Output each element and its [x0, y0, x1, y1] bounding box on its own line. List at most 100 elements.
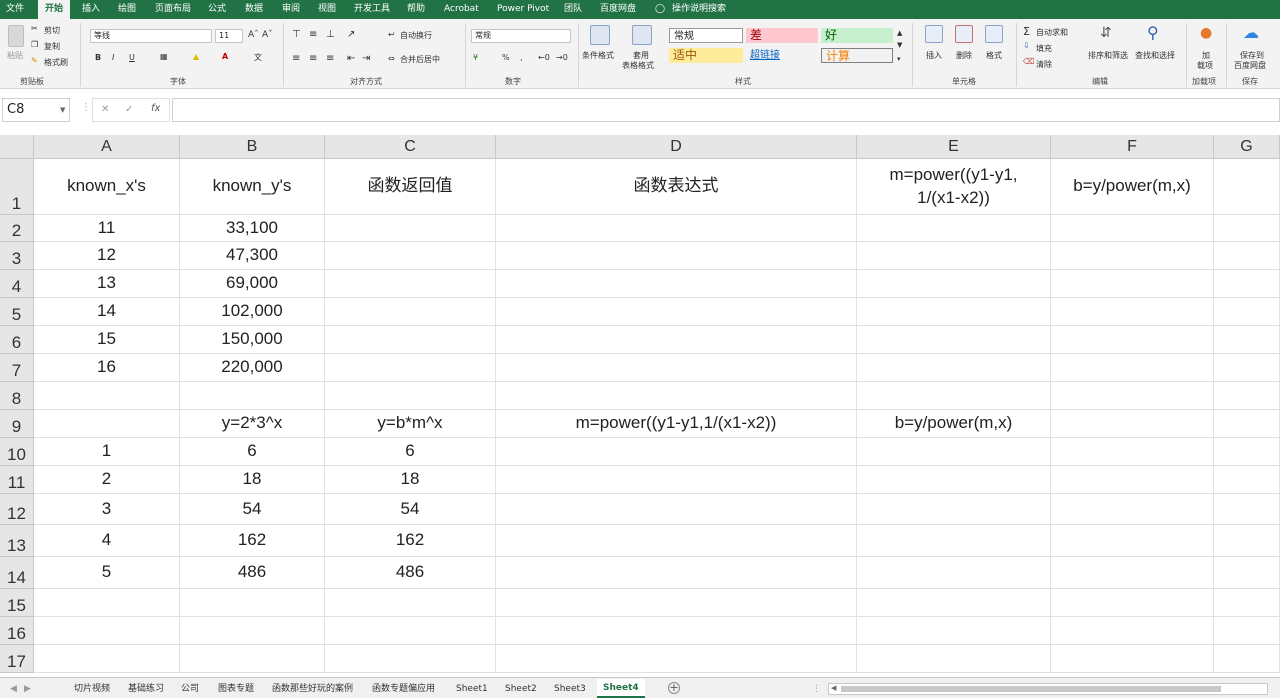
column-header-D[interactable]: D	[496, 135, 857, 159]
cell-C1[interactable]: 函数返回值	[325, 159, 496, 215]
italic-button[interactable]: I	[112, 53, 114, 62]
cell-C6[interactable]	[325, 326, 496, 354]
scroll-left-arrow-icon[interactable]: ◀	[831, 684, 836, 692]
cell-C14[interactable]: 486	[325, 557, 496, 589]
cell-D8[interactable]	[496, 382, 857, 410]
cell-D7[interactable]	[496, 354, 857, 382]
align-top-icon[interactable]: ⊤	[292, 29, 301, 40]
decrease-indent-icon[interactable]: ⇤	[347, 53, 355, 64]
row-header-7[interactable]: 7	[0, 354, 34, 382]
orientation-icon[interactable]: ↗	[347, 29, 355, 40]
cell-D6[interactable]	[496, 326, 857, 354]
cell-C10[interactable]: 6	[325, 438, 496, 466]
column-header-A[interactable]: A	[34, 135, 180, 159]
scrollbar-thumb[interactable]	[841, 686, 1221, 692]
cell-E7[interactable]	[857, 354, 1051, 382]
border-icon[interactable]: ▦	[160, 52, 168, 61]
cell-F14[interactable]	[1051, 557, 1214, 589]
format-painter-button[interactable]: 格式刷	[44, 57, 68, 68]
scroll-tabs-right-icon[interactable]: ▶	[24, 681, 31, 697]
column-header-C[interactable]: C	[325, 135, 496, 159]
font-size-combo[interactable]: 11	[215, 29, 243, 43]
sort-filter-button[interactable]: 排序和筛选	[1088, 50, 1128, 61]
paste-button[interactable]: 粘贴	[7, 50, 23, 61]
cell-A5[interactable]: 14	[34, 298, 180, 326]
enter-icon[interactable]: ✓	[125, 104, 133, 115]
styles-scroll-up-icon[interactable]: ▲	[897, 29, 902, 37]
styles-more-icon[interactable]: ▾	[897, 55, 901, 63]
cell-A15[interactable]	[34, 589, 180, 617]
merge-center-button[interactable]: 合并后居中	[400, 54, 440, 65]
style-normal[interactable]: 常规	[669, 28, 743, 43]
cell-B7[interactable]: 220,000	[180, 354, 325, 382]
style-bad[interactable]: 差	[746, 28, 818, 43]
tab-power-pivot[interactable]: Power Pivot	[497, 0, 549, 19]
style-neutral[interactable]: 适中	[669, 48, 743, 63]
column-header-G[interactable]: G	[1214, 135, 1280, 159]
cell-G10[interactable]	[1214, 438, 1280, 466]
cell-A4[interactable]: 13	[34, 270, 180, 298]
cell-C17[interactable]	[325, 645, 496, 673]
cell-B12[interactable]: 54	[180, 494, 325, 525]
underline-button[interactable]: U	[129, 53, 135, 62]
cell-E17[interactable]	[857, 645, 1051, 673]
cell-G14[interactable]	[1214, 557, 1280, 589]
sheet-tab-0[interactable]: 切片视频	[74, 681, 110, 697]
cell-G8[interactable]	[1214, 382, 1280, 410]
align-left-icon[interactable]: ≡	[292, 53, 300, 64]
tab-help[interactable]: 帮助	[407, 0, 425, 19]
row-header-12[interactable]: 12	[0, 494, 34, 525]
cell-B16[interactable]	[180, 617, 325, 645]
cell-F10[interactable]	[1051, 438, 1214, 466]
cancel-icon[interactable]: ✕	[101, 104, 109, 115]
cell-A8[interactable]	[34, 382, 180, 410]
row-header-14[interactable]: 14	[0, 557, 34, 589]
tab-view[interactable]: 视图	[318, 0, 336, 19]
cell-C16[interactable]	[325, 617, 496, 645]
cell-F16[interactable]	[1051, 617, 1214, 645]
row-header-13[interactable]: 13	[0, 525, 34, 557]
cell-D11[interactable]	[496, 466, 857, 494]
cell-E12[interactable]	[857, 494, 1051, 525]
cell-A14[interactable]: 5	[34, 557, 180, 589]
sheet-tab-8[interactable]: Sheet3	[554, 681, 586, 697]
cell-F6[interactable]	[1051, 326, 1214, 354]
cell-F1[interactable]: b=y/power(m,x)	[1051, 159, 1214, 215]
cell-D14[interactable]	[496, 557, 857, 589]
cell-D5[interactable]	[496, 298, 857, 326]
cell-B8[interactable]	[180, 382, 325, 410]
cell-F15[interactable]	[1051, 589, 1214, 617]
cell-G7[interactable]	[1214, 354, 1280, 382]
cell-D9[interactable]: m=power((y1-y1,1/(x1-x2))	[496, 410, 857, 438]
row-header-8[interactable]: 8	[0, 382, 34, 410]
cell-B2[interactable]: 33,100	[180, 215, 325, 242]
cell-A10[interactable]: 1	[34, 438, 180, 466]
tab-acrobat[interactable]: Acrobat	[444, 0, 479, 19]
cell-E2[interactable]	[857, 215, 1051, 242]
cell-C3[interactable]	[325, 242, 496, 270]
cell-G4[interactable]	[1214, 270, 1280, 298]
cell-B11[interactable]: 18	[180, 466, 325, 494]
sheet-tab-3[interactable]: 图表专题	[218, 681, 254, 697]
sheet-tab-7[interactable]: Sheet2	[505, 681, 537, 697]
cell-G2[interactable]	[1214, 215, 1280, 242]
column-header-E[interactable]: E	[857, 135, 1051, 159]
select-all-corner[interactable]	[0, 135, 34, 159]
tab-developer[interactable]: 开发工具	[354, 0, 390, 19]
style-good[interactable]: 好	[821, 28, 893, 43]
cell-A1[interactable]: known_x's	[34, 159, 180, 215]
row-header-4[interactable]: 4	[0, 270, 34, 298]
cell-F11[interactable]	[1051, 466, 1214, 494]
row-header-10[interactable]: 10	[0, 438, 34, 466]
cell-B4[interactable]: 69,000	[180, 270, 325, 298]
row-header-15[interactable]: 15	[0, 589, 34, 617]
wrap-text-button[interactable]: 自动换行	[400, 30, 432, 41]
phonetic-icon[interactable]: 文	[254, 52, 262, 63]
cell-G15[interactable]	[1214, 589, 1280, 617]
currency-icon[interactable]: ¥	[473, 53, 478, 62]
row-header-16[interactable]: 16	[0, 617, 34, 645]
cell-B10[interactable]: 6	[180, 438, 325, 466]
cell-B1[interactable]: known_y's	[180, 159, 325, 215]
cell-D12[interactable]	[496, 494, 857, 525]
cell-E3[interactable]	[857, 242, 1051, 270]
